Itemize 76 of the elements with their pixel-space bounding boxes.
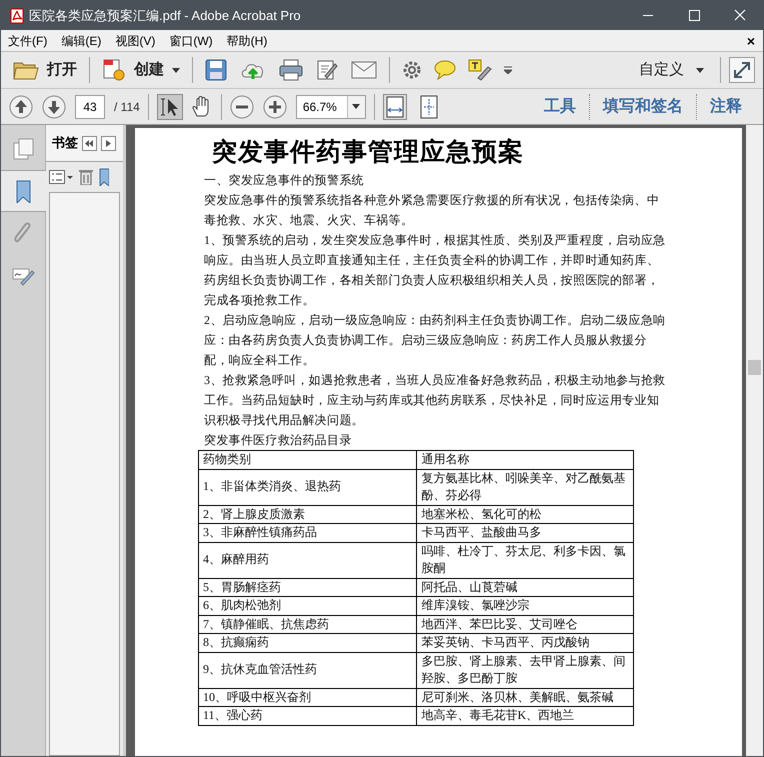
new-bookmark-icon[interactable]: [99, 168, 109, 186]
table-header: 药物类别: [198, 450, 417, 469]
fit-page-icon[interactable]: [418, 94, 439, 118]
pdf-file-icon: [9, 8, 25, 24]
table-cell: 地西泮、苯巴比妥、艾司唑仑: [416, 615, 634, 634]
close-document-button[interactable]: ×: [738, 34, 763, 48]
menu-item[interactable]: 视图(V): [108, 30, 162, 52]
collapse-icon[interactable]: [82, 136, 97, 150]
table-cell: 1、非甾体类消炎、退热药: [198, 469, 417, 505]
table-cell: 7、镇静催眠、抗焦虑药: [198, 615, 417, 634]
save-icon[interactable]: [205, 59, 227, 81]
table-cell: 4、麻醉用药: [198, 542, 417, 578]
open-button[interactable]: 打开: [9, 58, 81, 82]
select-tool-button[interactable]: [156, 94, 183, 120]
edit-document-icon[interactable]: [316, 59, 338, 81]
menu-item[interactable]: 编辑(E): [54, 30, 108, 52]
overflow-caret-icon[interactable]: [504, 66, 512, 74]
create-button[interactable]: 创建: [98, 58, 184, 82]
table-cell: 尼可刹米、洛贝林、美解眠、氨茶碱: [416, 688, 634, 706]
table-cell: 多巴胺、肾上腺素、去甲肾上腺素、间羟胺、多巴酚丁胺: [416, 652, 634, 688]
paragraph-text: 突发应急事件的预警系统指各种意外紧急需要医疗救援的所有状况，包括传染病、中毒抢救、水灾、地震、火灾、车祸等。: [204, 192, 660, 229]
pane-link[interactable]: 注释: [697, 94, 755, 118]
table-cell: 地高辛、毒毛花苷K、西地兰: [416, 706, 634, 725]
paragraph-text: 1、预警系统的启动，发生突发应急事件时，根据其性质、类别及严重程度，启动应急响应。由当班人员立即直接通知主任，主任负责全科的协调工作，并即时通知药库、药房组长负责协调工作，各相关部门负责人应积极组织相关人员，按照医院的部署，完成各项抢救工作。: [204, 232, 666, 309]
table-cell: 5、胃肠解痉药: [198, 578, 417, 596]
caret-icon: [172, 68, 180, 72]
cursor-icon: [160, 96, 179, 116]
table-cell: 2、肾上腺皮质激素: [198, 505, 417, 524]
zoom-out-icon[interactable]: [230, 94, 254, 118]
pane-link[interactable]: 工具: [531, 94, 589, 118]
caret-icon: [696, 68, 704, 72]
table-cell: 6、肌肉松弛剂: [198, 596, 417, 615]
zoom-field[interactable]: 66.7%: [296, 94, 366, 118]
text-highlight-icon[interactable]: [468, 59, 492, 81]
paragraph-text: 2、启动应急响应，启动一级应急响应：由药剂科主任负责协调工作。启动二级应急响应：由各药房负责人负责协调工作。启动三级应急响应：药房工作人员服从救援分配，响应全科工作。: [204, 312, 666, 369]
pages-icon: [11, 137, 35, 161]
table-cell: 8、抗癫痫药: [198, 634, 417, 652]
page-number-field[interactable]: 43: [75, 94, 105, 118]
table-cell: 吗啡、杜冷丁、芬太尼、利多卡因、氯胺酮: [416, 542, 634, 578]
document-title: 突发事件药事管理应急预案: [212, 138, 524, 168]
zoom-in-icon[interactable]: [262, 94, 287, 118]
table-cell: 阿托品、山莨菪碱: [416, 578, 634, 596]
table-cell: 9、抗休克血管活性药: [198, 652, 417, 688]
menu-item[interactable]: 窗口(W): [162, 30, 220, 52]
fullscreen-icon[interactable]: [729, 57, 755, 83]
table-cell: 11、强心药: [198, 706, 417, 725]
paragraph-text: 一、突发应急事件的预警系统: [204, 172, 365, 189]
table-header: 通用名称: [416, 450, 634, 469]
menu-item[interactable]: 帮助(H): [220, 30, 274, 52]
arrow-up-icon[interactable]: [9, 94, 33, 118]
side-tab[interactable]: [1, 170, 46, 212]
paragraph-text: 突发事件医疗救治药品目录: [204, 432, 353, 449]
window-title: 医院各类应急预案汇编.pdf - Adobe Acrobat Pro: [29, 6, 301, 25]
table-cell: 地塞米松、氢化可的松: [416, 505, 634, 524]
options-menu-icon[interactable]: [49, 170, 73, 184]
trash-icon[interactable]: [79, 169, 93, 185]
speech-bubble-icon[interactable]: [434, 60, 456, 80]
table-cell: 维库溴铵、氯唑沙宗: [416, 596, 634, 615]
customize-button[interactable]: 自定义: [631, 58, 712, 82]
envelope-icon[interactable]: [351, 60, 377, 80]
table-cell: 10、呼吸中枢兴奋剂: [198, 688, 417, 706]
table-cell: 苯妥英钠、卡马西平、丙戊酸钠: [416, 634, 634, 652]
paragraph-text: 3、抢救紧急呼叫，如遇抢救患者，当班人员应准备好急救药品，积极主动地参与抢救工作。当药品短缺时，应主动与药库或其他药房联系，尽快补足，同时应运用专业知识积极寻找代用品解决问题。: [204, 372, 666, 429]
expand-icon[interactable]: [101, 136, 116, 150]
table-cell: 复方氨基比林、吲哚美辛、对乙酰氨基酚、芬必得: [416, 469, 634, 505]
menu-item[interactable]: 文件(F): [1, 30, 54, 52]
caret-icon: [352, 104, 360, 109]
fit-width-icon[interactable]: [382, 94, 407, 120]
bookmarks-panel-title: 书签: [52, 134, 78, 152]
gear-icon[interactable]: [402, 60, 422, 80]
page-total: / 114: [114, 98, 140, 116]
table-cell: 卡马西平、盐酸曲马多: [416, 524, 634, 542]
arrow-down-icon[interactable]: [42, 94, 66, 118]
printer-icon[interactable]: [279, 59, 303, 81]
pane-link[interactable]: 填写和签名: [590, 94, 696, 118]
table-cell: 3、非麻醉性镇痛药品: [198, 524, 417, 542]
